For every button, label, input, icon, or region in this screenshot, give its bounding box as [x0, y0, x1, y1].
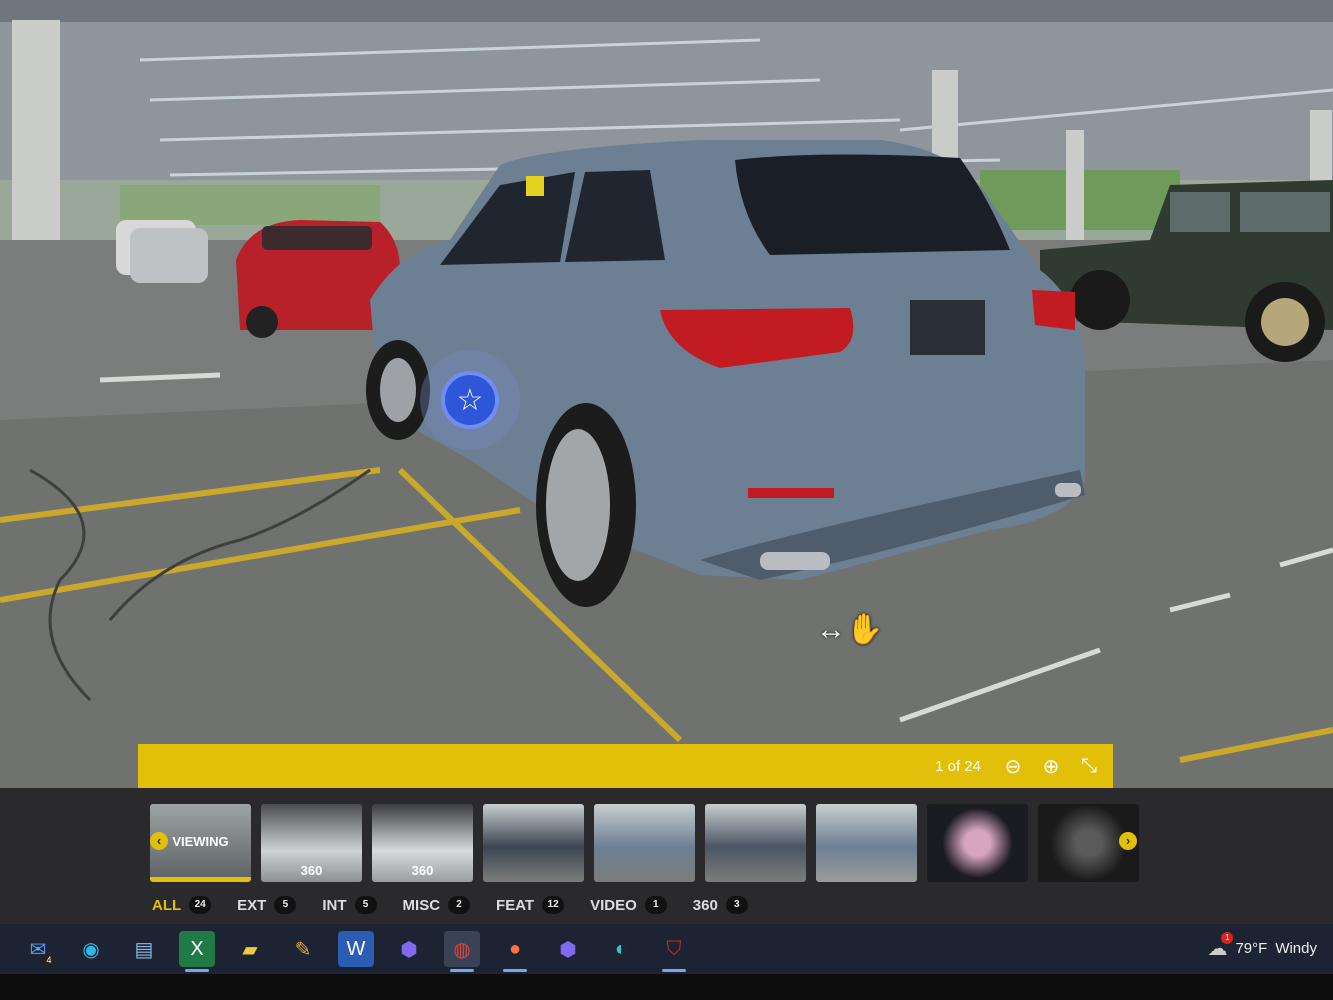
- image-counter: 1 of 24: [935, 757, 981, 775]
- chrome-icon[interactable]: ◍: [444, 931, 480, 972]
- count-badge: 24: [189, 896, 212, 914]
- hand-pan-cursor-icon: ↔✋: [816, 613, 884, 646]
- edge-dev-icon[interactable]: ◐: [603, 931, 639, 967]
- star-icon[interactable]: ☆: [441, 371, 499, 429]
- thumbnail-strip: ‹ VIEWING 360 360 › ALL 24 EXT 5 INT 5 M…: [0, 788, 1333, 924]
- next-arrow-icon[interactable]: ›: [1119, 832, 1137, 850]
- wind-icon: ☁ 1: [1207, 932, 1234, 961]
- copilot-icon[interactable]: ⬢: [391, 931, 427, 967]
- weather-widget[interactable]: ☁ 1 79°F Windy: [1207, 932, 1317, 961]
- running-indicator: [662, 969, 686, 972]
- taskbar: ✉ 4 ◉ ▤ X ▰ ✎ W ⬢ ◍ ● ⬢ ◐ ⛉ ☁ 1 79°F Windy: [0, 924, 1333, 974]
- thumbnail-360-1[interactable]: 360: [261, 804, 362, 882]
- thumbnail-viewing[interactable]: ‹ VIEWING: [150, 804, 251, 882]
- thumbnail-side[interactable]: [594, 804, 695, 882]
- running-indicator: [503, 969, 527, 972]
- feature-hotspot[interactable]: ☆: [420, 350, 520, 450]
- thumbnail-label: 360: [411, 863, 434, 878]
- paint-icon[interactable]: ✎: [285, 931, 321, 967]
- filter-misc[interactable]: MISC 2: [403, 896, 471, 914]
- count-badge: 3: [725, 896, 748, 914]
- count-badge: 1: [644, 896, 667, 914]
- weather-alert-badge: 1: [1221, 932, 1234, 944]
- count-badge: 2: [448, 896, 471, 914]
- thumbnail-label: 360: [300, 863, 323, 878]
- count-badge: 5: [274, 896, 297, 914]
- thumbnail-front[interactable]: [705, 804, 806, 882]
- photo-viewer[interactable]: ☆ ↔✋: [0, 0, 1333, 790]
- car-photo: [0, 0, 1333, 790]
- running-indicator: [185, 969, 209, 972]
- thumbnail-rear[interactable]: [483, 804, 584, 882]
- mail-icon[interactable]: ✉ 4: [20, 931, 56, 967]
- mail-badge: 4: [42, 953, 56, 967]
- weather-temp: 79°F: [1235, 940, 1268, 957]
- filter-feat[interactable]: FEAT 12: [496, 896, 565, 914]
- copilot-alt-icon[interactable]: ⬢: [550, 931, 586, 967]
- weather-desc: Windy: [1275, 940, 1317, 957]
- thumbnail-profile[interactable]: [816, 804, 917, 882]
- excel-icon[interactable]: X: [179, 931, 215, 972]
- photo-filter-tabs: ALL 24 EXT 5 INT 5 MISC 2 FEAT 12 VIDEO …: [152, 896, 748, 914]
- thumbnail-row: ‹ VIEWING 360 360 ›: [150, 804, 1139, 882]
- viewer-control-bar: 1 of 24 ⊖ ⊕ ⤡: [138, 744, 1113, 788]
- firefox-icon[interactable]: ●: [497, 931, 533, 972]
- edge-icon[interactable]: ◉: [73, 931, 109, 967]
- file-explorer-icon[interactable]: ▰: [232, 931, 268, 967]
- count-badge: 12: [542, 896, 565, 914]
- running-indicator: [450, 969, 474, 972]
- thumbnail-steering[interactable]: ›: [1038, 804, 1139, 882]
- zoom-out-icon[interactable]: ⊖: [1001, 754, 1025, 779]
- filter-video[interactable]: VIDEO 1: [590, 896, 667, 914]
- thumbnail-dash-screen[interactable]: [927, 804, 1028, 882]
- filter-int[interactable]: INT 5: [322, 896, 377, 914]
- thumbnail-label: VIEWING: [172, 834, 229, 849]
- filter-360[interactable]: 360 3: [693, 896, 748, 914]
- mcafee-icon[interactable]: ⛉: [656, 931, 692, 972]
- filter-all[interactable]: ALL 24: [152, 896, 212, 914]
- zoom-in-icon[interactable]: ⊕: [1039, 754, 1063, 779]
- control-panel-icon[interactable]: ▤: [126, 931, 162, 967]
- count-badge: 5: [354, 896, 377, 914]
- filter-ext[interactable]: EXT 5: [237, 896, 297, 914]
- thumbnail-360-2[interactable]: 360: [372, 804, 473, 882]
- exit-fullscreen-icon[interactable]: ⤡: [1077, 755, 1101, 778]
- monitor-bezel: [0, 974, 1333, 1000]
- word-icon[interactable]: W: [338, 931, 374, 967]
